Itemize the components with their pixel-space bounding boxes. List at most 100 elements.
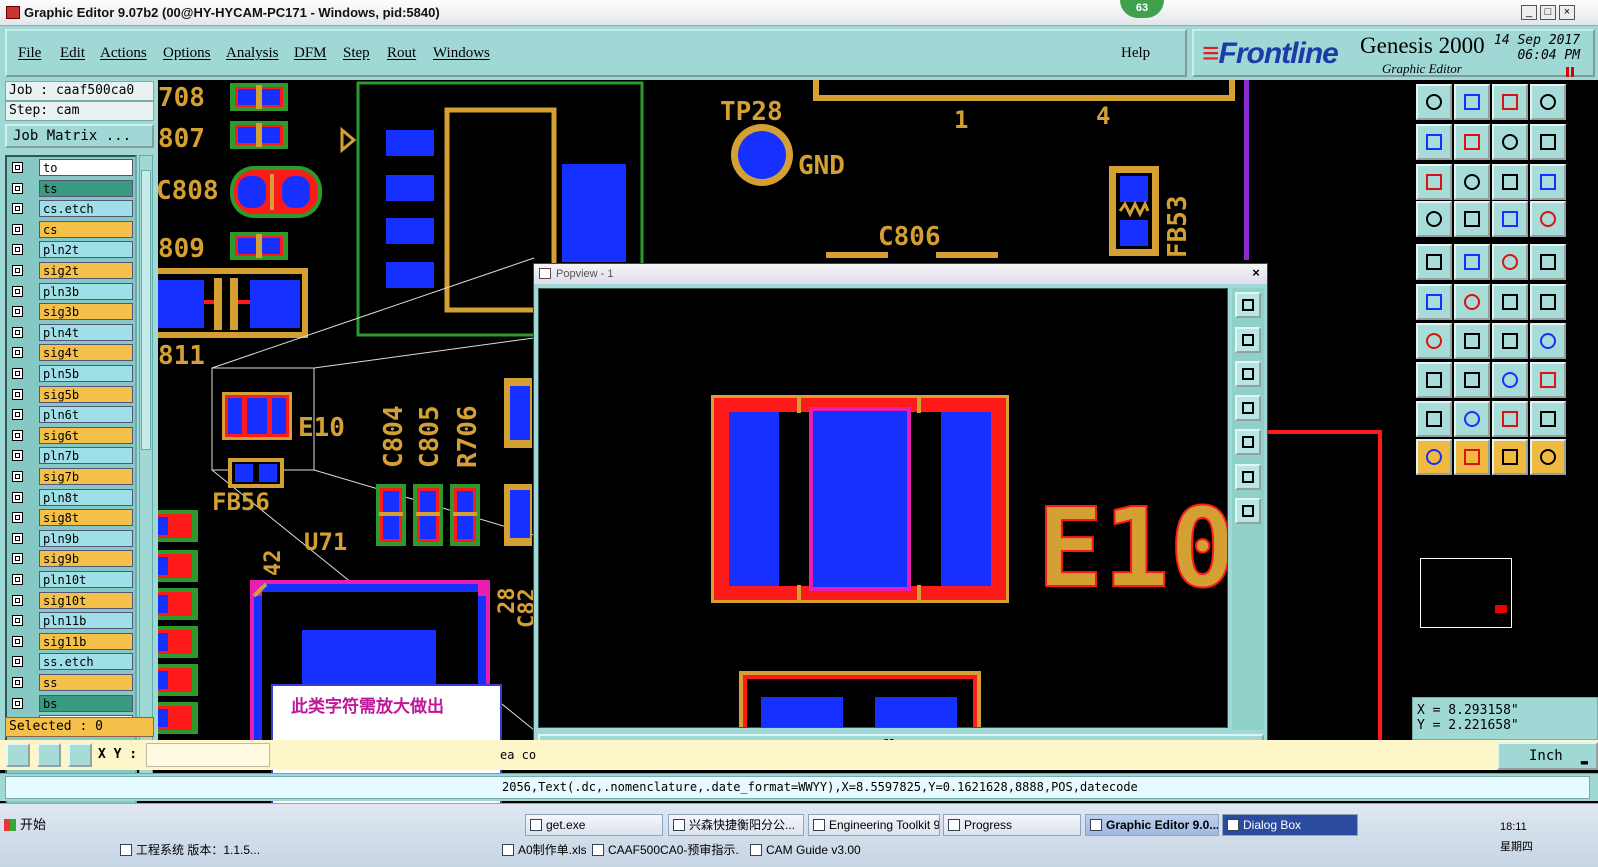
maximize-button[interactable]: □ [1540,5,1556,20]
tool-layer-b-icon[interactable] [1530,201,1566,237]
popview-pan-up-icon[interactable] [1235,327,1261,353]
tool-scale-icon[interactable] [1492,164,1528,200]
tool-zoom-in-icon[interactable] [1416,164,1452,200]
tool-angle-icon[interactable] [1416,323,1452,359]
layer-checkbox[interactable] [12,574,23,585]
tool-screen-icon[interactable] [1416,201,1452,237]
minimize-button[interactable]: _ [1521,5,1537,20]
taskbar-item[interactable]: A0制作单.xls... [500,840,586,862]
layer-name[interactable]: pln7b [39,447,133,465]
tool-zoom-steps-icon[interactable] [1530,124,1566,160]
menu-actions[interactable]: Actions [100,45,147,62]
tool-letter-a-icon[interactable] [1492,401,1528,437]
tool-slash-icon[interactable] [1454,323,1490,359]
layer-checkbox[interactable] [12,450,23,462]
tool-help-icon[interactable] [1530,164,1566,200]
layer-row-pln10t[interactable]: pln10t [9,571,135,588]
tool-select-icon[interactable] [1416,362,1452,398]
xy-input[interactable] [146,743,270,767]
layer-checkbox[interactable] [12,512,23,524]
popview-pan-right-icon[interactable] [1235,429,1261,455]
layer-row-pln4t[interactable]: pln4t [9,323,135,341]
menu-analysis[interactable]: Analysis [226,45,279,62]
layer-row-sig8t[interactable]: sig8t [9,509,135,527]
layer-name[interactable]: sig9b [39,550,133,568]
taskbar-item[interactable]: CAM Guide v3.00 [748,840,888,862]
tool-zoom-fit-icon[interactable] [1492,124,1528,160]
layer-name[interactable]: sig11b [39,632,133,650]
tool-line-icon[interactable] [1492,284,1528,320]
layer-row-cs[interactable]: cs [9,220,135,238]
layer-checkbox[interactable] [12,656,23,668]
layer-checkbox[interactable] [12,491,23,503]
layer-row-pln6t[interactable]: pln6t [9,406,135,424]
layer-checkbox[interactable] [12,223,23,235]
layer-checkbox[interactable] [12,265,23,276]
layer-checkbox[interactable] [12,347,23,359]
layer-name[interactable]: pln4t [39,323,133,341]
menu-edit[interactable]: Edit [60,45,85,62]
popview-pan-down-icon[interactable] [1235,361,1261,387]
close-window-button[interactable]: × [1559,5,1575,20]
layer-name[interactable]: sig7b [39,468,133,485]
start-button[interactable]: 开始 [0,814,60,836]
layer-row-ss-etch[interactable]: ss.etch [9,653,135,671]
menu-windows[interactable]: Windows [433,45,490,62]
scroll-thumb[interactable] [141,170,151,450]
layer-name[interactable]: sig4t [39,344,133,362]
layer-checkbox[interactable] [12,203,23,215]
tool-mirror-icon[interactable] [1530,323,1566,359]
layer-name[interactable]: ss [39,674,133,691]
overview-map[interactable] [1420,558,1512,628]
taskbar-item[interactable]: 工程系统 版本：1.1.5... [118,840,268,862]
layer-checkbox[interactable] [12,368,23,379]
taskbar-item[interactable]: 兴森快捷衡阳分公... [668,814,804,836]
layer-checkbox[interactable] [12,244,23,256]
tool-point-icon[interactable] [1530,244,1566,280]
layer-checkbox[interactable] [12,677,23,688]
snap-icon[interactable] [6,743,30,767]
layer-name[interactable]: sig10t [39,591,133,609]
tool-ruler-icon[interactable] [1492,244,1528,280]
tool-pads-icon[interactable] [1530,362,1566,398]
tool-route-icon[interactable] [1530,439,1566,475]
taskbar-item[interactable]: CAAF500CA0-预审指示... [590,840,740,862]
layer-name[interactable]: ts [39,179,133,197]
layer-name[interactable]: pln3b [39,282,133,300]
layer-row-sig4t[interactable]: sig4t [9,344,135,362]
layer-checkbox[interactable] [12,306,23,318]
layer-checkbox[interactable] [12,615,23,627]
layer-name[interactable]: cs [39,220,133,238]
layer-name[interactable]: pln2t [39,241,133,259]
taskbar-item[interactable]: Graphic Editor 9.0... [1085,814,1219,836]
layer-name[interactable]: pln11b [39,612,133,630]
layer-name[interactable]: sig6t [39,426,133,444]
layer-row-sig10t[interactable]: sig10t [9,591,135,609]
taskbar-item[interactable]: get.exe [525,814,663,836]
menu-step[interactable]: Step [343,45,370,62]
layer-row-sig2t[interactable]: sig2t [9,262,135,279]
menu-options[interactable]: Options [163,45,211,62]
layer-row-ts[interactable]: ts [9,179,135,197]
layer-row-sig5b[interactable]: sig5b [9,385,135,403]
layer-name[interactable]: pln8t [39,488,133,506]
tool-pan-left-icon[interactable] [1416,124,1452,160]
tool-peak-icon[interactable] [1454,401,1490,437]
layer-name[interactable]: sig2t [39,262,133,279]
notification-badge[interactable]: 63 [1120,0,1164,18]
tool-span-icon[interactable] [1492,362,1528,398]
layer-row-pln3b[interactable]: pln3b [9,282,135,300]
layer-row-pln7b[interactable]: pln7b [9,447,135,465]
layer-checkbox[interactable] [12,285,23,297]
layer-row-to[interactable]: to [9,159,135,176]
layer-row-sig11b[interactable]: sig11b [9,632,135,650]
menu-dfm[interactable]: DFM [294,45,327,62]
tool-triangle-icon[interactable] [1416,401,1452,437]
tool-letter-b-icon[interactable] [1530,401,1566,437]
popview-zoom-home-icon[interactable] [1235,498,1261,524]
popview-canvas[interactable]: E10 [538,288,1228,728]
popview-close-icon[interactable]: × [1249,266,1263,280]
layer-row-pln11b[interactable]: pln11b [9,612,135,630]
layer-name[interactable]: cs.etch [39,200,133,218]
menu-rout[interactable]: Rout [387,45,416,62]
